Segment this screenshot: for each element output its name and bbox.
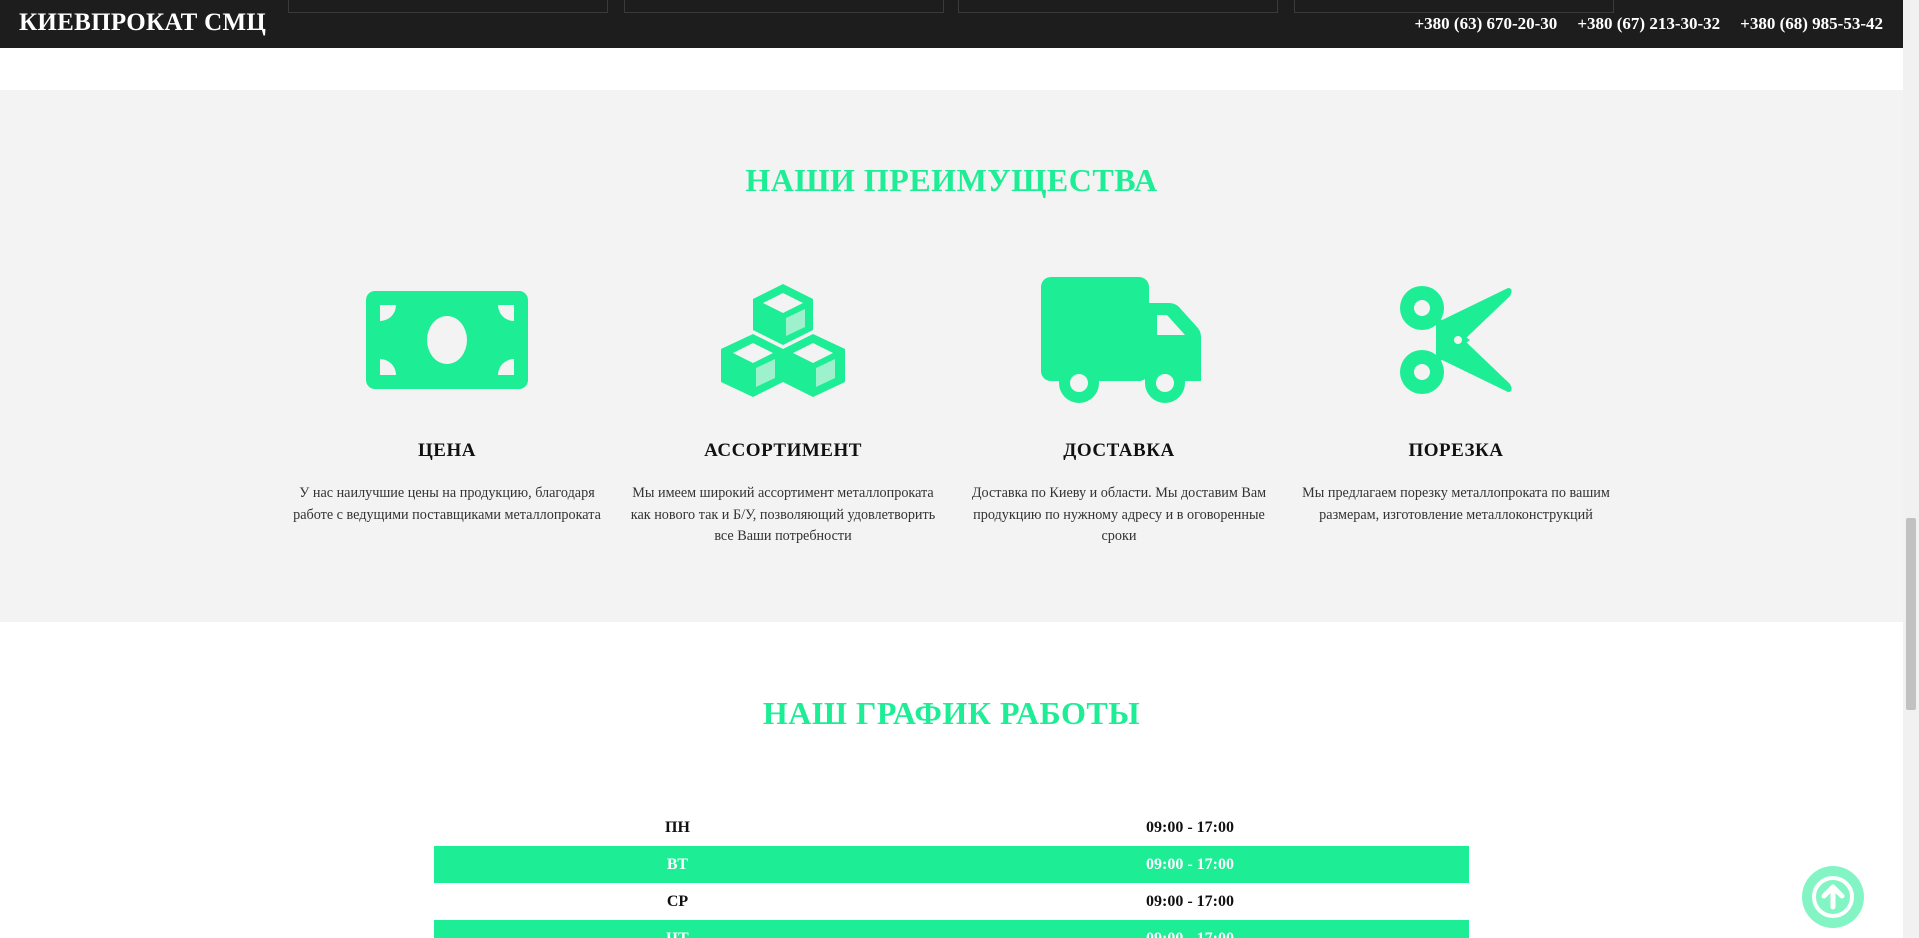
time-cell: 09:00 - 17:00 <box>1146 929 1234 938</box>
schedule-table: ПН 09:00 - 17:00 ВТ 09:00 - 17:00 СР 09:… <box>434 809 1469 938</box>
table-row: ВТ 09:00 - 17:00 <box>434 846 1469 883</box>
feature-title: ПОРЕЗКА <box>1408 440 1504 461</box>
arrow-up-icon <box>1812 876 1854 918</box>
site-header: КИЕВПРОКАТ СМЦ +380 (63) 670-20-30 +380 … <box>0 0 1903 48</box>
schedule-title: НАШ ГРАФИК РАБОТЫ <box>762 695 1141 731</box>
background-card <box>958 0 1278 13</box>
background-card <box>624 0 944 13</box>
scissors-icon <box>1298 270 1614 410</box>
feature-description: Мы имеем широкий ассортимент металлопрок… <box>630 485 936 544</box>
feature-description: У нас наилучшие цены на продукцию, благо… <box>293 485 601 523</box>
money-bill-icon <box>289 270 605 410</box>
background-card <box>288 0 608 13</box>
feature-title: ЦЕНА <box>418 440 476 461</box>
cubes-icon <box>625 270 941 410</box>
table-row: СР 09:00 - 17:00 <box>434 883 1469 920</box>
time-cell: 09:00 - 17:00 <box>1146 855 1234 873</box>
advantages-title: НАШИ ПРЕИМУЩЕСТВА <box>745 162 1158 198</box>
back-to-top-button[interactable] <box>1802 866 1864 928</box>
feature-delivery: ДОСТАВКА Доставка по Киеву и области. Мы… <box>961 270 1277 544</box>
vertical-scrollbar[interactable] <box>1903 0 1919 938</box>
day-cell: ВТ <box>666 855 689 873</box>
page: КИЕВПРОКАТ СМЦ +380 (63) 670-20-30 +380 … <box>0 0 1919 938</box>
feature-title: ДОСТАВКА <box>1063 440 1175 461</box>
phone-link-1[interactable]: +380 (63) 670-20-30 <box>1414 14 1557 34</box>
table-row: ЧТ 09:00 - 17:00 <box>434 920 1469 938</box>
brand-logo[interactable]: КИЕВПРОКАТ СМЦ <box>19 9 266 37</box>
background-card <box>1294 0 1614 13</box>
truck-icon <box>961 270 1277 410</box>
day-cell: ЧТ <box>666 929 689 938</box>
day-cell: ПН <box>665 818 690 836</box>
scrollbar-thumb[interactable] <box>1906 518 1916 710</box>
phone-link-3[interactable]: +380 (68) 985-53-42 <box>1740 14 1883 34</box>
day-cell: СР <box>666 892 689 910</box>
feature-description: Мы предлагаем порезку металлопроката по … <box>1302 485 1610 523</box>
feature-assortment: АССОРТИМЕНТ Мы имеем широкий ассортимент… <box>625 270 941 544</box>
feature-cutting: ПОРЕЗКА Мы предлагаем порезку металлопро… <box>1298 270 1614 523</box>
time-cell: 09:00 - 17:00 <box>1146 818 1234 836</box>
feature-description: Доставка по Киеву и области. Мы доставим… <box>971 485 1267 544</box>
phone-link-2[interactable]: +380 (67) 213-30-32 <box>1577 14 1720 34</box>
feature-title: АССОРТИМЕНТ <box>704 440 862 461</box>
table-row: ПН 09:00 - 17:00 <box>434 809 1469 846</box>
time-cell: 09:00 - 17:00 <box>1146 892 1234 910</box>
advantages-section: НАШИ ПРЕИМУЩЕСТВА ЦЕНА У нас наилучшие ц… <box>0 90 1903 622</box>
feature-price: ЦЕНА У нас наилучшие цены на продукцию, … <box>289 270 605 523</box>
phone-list: +380 (63) 670-20-30 +380 (67) 213-30-32 … <box>1414 14 1883 34</box>
